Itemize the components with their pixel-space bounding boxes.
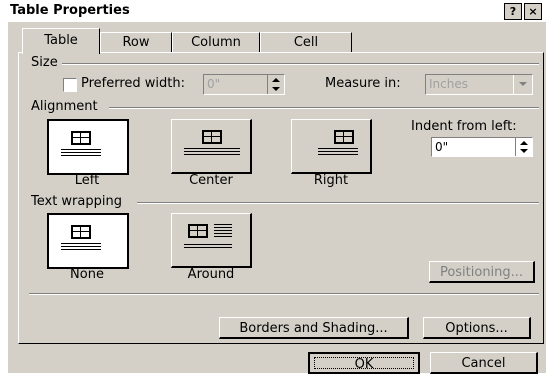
tab-cell-label: Cell xyxy=(293,35,319,50)
alignment-group-rule xyxy=(109,107,539,109)
tab-panel-table: Size Preferred width: 0" Measure in: Inc… xyxy=(18,52,544,344)
preferred-width-label: Preferred width: xyxy=(81,76,186,91)
tab-column[interactable]: Column xyxy=(172,32,260,53)
align-right-option[interactable] xyxy=(291,119,372,174)
preferred-width-spinner[interactable] xyxy=(267,75,284,94)
text-wrapping-group-label: Text wrapping xyxy=(31,194,126,209)
align-center-option[interactable] xyxy=(171,119,252,174)
table-left-icon xyxy=(71,131,91,145)
text-wrapping-group-rule xyxy=(137,202,539,204)
tab-table-label: Table xyxy=(44,33,78,48)
table-properties-dialog: Table Properties ? × Table Row Column Ce… xyxy=(8,0,546,374)
help-button[interactable]: ? xyxy=(504,3,522,20)
tab-table[interactable]: Table xyxy=(22,28,100,54)
positioning-button[interactable]: Positioning... xyxy=(429,261,535,283)
size-group-rule xyxy=(55,63,539,65)
tab-row[interactable]: Row xyxy=(100,32,172,53)
table-right-icon xyxy=(334,130,354,144)
borders-and-shading-button[interactable]: Borders and Shading... xyxy=(219,317,409,339)
preferred-width-value: 0" xyxy=(207,77,221,91)
ok-button[interactable]: OK xyxy=(308,352,420,374)
align-left-label: Left xyxy=(74,173,100,188)
wrap-around-label: Around xyxy=(187,267,235,282)
align-left-option[interactable] xyxy=(47,119,129,175)
preferred-width-checkbox[interactable] xyxy=(63,78,77,92)
table-wrap-none-icon xyxy=(71,225,91,239)
wrap-none-label: None xyxy=(70,267,104,282)
dialog-title: Table Properties xyxy=(10,3,130,18)
alignment-group-label: Alignment xyxy=(31,99,102,114)
measure-in-value: Inches xyxy=(429,77,468,91)
wrap-none-option[interactable] xyxy=(47,213,129,269)
tab-column-label: Column xyxy=(191,35,241,50)
focus-rect xyxy=(314,357,414,369)
indent-spinner[interactable] xyxy=(515,138,532,156)
tab-cell[interactable]: Cell xyxy=(260,32,352,53)
wrap-around-option[interactable] xyxy=(171,213,252,268)
options-button[interactable]: Options... xyxy=(423,317,531,339)
align-right-label: Right xyxy=(313,173,349,188)
bottom-separator xyxy=(29,293,539,295)
measure-in-label: Measure in: xyxy=(325,76,401,91)
cancel-button[interactable]: Cancel xyxy=(430,352,538,374)
chevron-down-icon[interactable] xyxy=(513,75,532,94)
tab-row-label: Row xyxy=(122,35,150,50)
close-button[interactable]: × xyxy=(524,3,542,20)
preferred-width-field[interactable]: 0" xyxy=(203,74,285,95)
indent-from-left-label: Indent from left: xyxy=(411,119,517,134)
measure-in-dropdown[interactable]: Inches xyxy=(425,74,533,95)
size-group-label: Size xyxy=(31,55,62,70)
title-bar: Table Properties ? × xyxy=(8,0,546,22)
indent-from-left-value: 0" xyxy=(435,140,449,154)
table-center-icon xyxy=(202,130,222,144)
table-wrap-around-icon xyxy=(188,224,208,238)
align-center-label: Center xyxy=(189,173,233,188)
indent-from-left-field[interactable]: 0" xyxy=(431,137,533,157)
